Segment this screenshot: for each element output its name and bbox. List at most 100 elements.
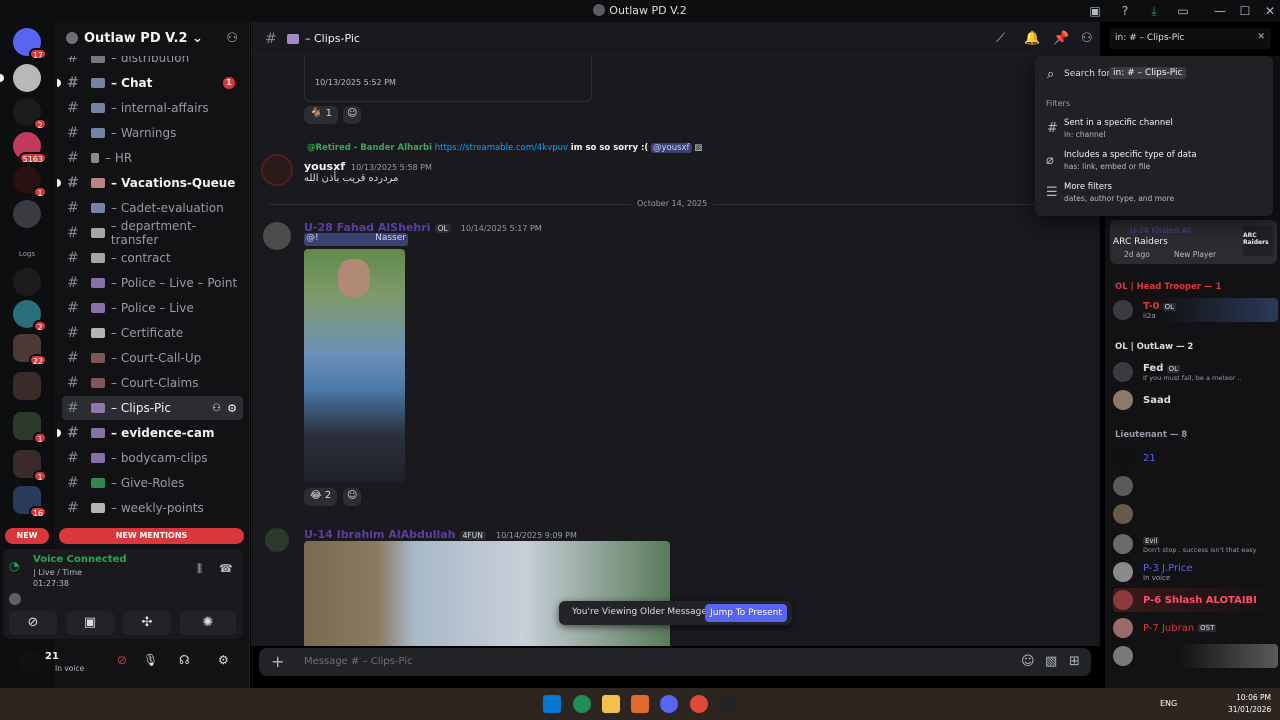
channel-item[interactable]: # – Court-Claims [62,371,243,395]
chrome-icon[interactable] [690,695,708,713]
jump-to-present-button[interactable]: Jump To Present [705,604,787,622]
avatar[interactable] [265,528,289,552]
discord-icon[interactable] [660,695,678,713]
channel-item[interactable]: # – department-transfer [62,219,243,247]
server-header[interactable]: Outlaw PD V.2 ⌄ ⚇ [54,22,250,56]
channel-item[interactable]: # – Police – Live [62,296,243,320]
add-attachment-icon[interactable]: + [271,652,284,671]
channel-item[interactable]: # – Chat 1 [57,71,243,95]
server-icon[interactable]: 1 [13,166,47,198]
threads-icon[interactable]: ⟋ [996,31,1005,46]
microphone-icon[interactable]: 🎙 [143,653,158,667]
download-icon[interactable]: ⤓ [1146,3,1162,19]
server-icon[interactable] [13,200,41,228]
channel-item[interactable]: # – weekly-points [62,496,243,520]
activities-icon[interactable]: ✣ [123,611,171,635]
filter-option[interactable]: ⌀ Includes a specific type of data has: … [1035,147,1273,173]
home-button[interactable]: 17 [13,28,47,60]
monitor-icon[interactable]: ▭ [1175,3,1191,19]
file-explorer-icon[interactable] [602,695,620,713]
channel-item[interactable]: # – Vacations-Queue [57,171,243,195]
attachment-image[interactable] [304,541,670,646]
channel-item[interactable]: # – evidence-cam [57,421,243,445]
app-icon[interactable] [631,695,649,713]
maximize-button[interactable]: ☐ [1237,3,1253,19]
close-button[interactable]: ✕ [1262,3,1278,19]
attachment-image[interactable] [304,249,405,482]
server-icon[interactable] [0,64,41,92]
avatar[interactable] [263,222,291,250]
channel-item[interactable]: # – Cadet-evaluation [62,196,243,220]
server-folder[interactable]: 1 [13,450,47,482]
notification-bell-icon[interactable]: 🔔 [1024,31,1040,46]
avatar[interactable] [261,154,293,186]
pin-icon[interactable]: 📌 [1053,31,1069,46]
channel-item[interactable]: # – Certificate [62,321,243,345]
language-indicator[interactable]: ENG [1160,699,1177,708]
gift-icon[interactable]: ⊞ [1069,654,1080,669]
member-item[interactable]: P-7 Jubran OST [1113,616,1278,640]
voice-channel[interactable]: | Live / Time [33,568,82,577]
new-unreads-pill[interactable]: NEW [5,528,49,544]
filter-option[interactable]: ☰ More filters dates, author type, and m… [1035,179,1273,205]
member-item[interactable]: Evil Don't stop , success isn't that easy [1113,532,1278,556]
help-icon[interactable]: ? [1117,3,1133,19]
channel-item[interactable]: # – Give-Roles [62,471,243,495]
member-item[interactable]: P-3 J.Price In voice [1113,560,1278,584]
windows-start-icon[interactable] [543,695,561,713]
settings-icon[interactable]: ⚙ [227,402,237,415]
channel-item[interactable]: # – HR [62,146,243,170]
noise-suppression-icon[interactable]: ⫼ [197,562,202,576]
message-input[interactable]: Message # – Clips-Pic [304,656,413,667]
clock-time[interactable]: 10:06 PM [1236,693,1271,702]
reply-preview[interactable]: @Retired - Bander Alharbi https://stream… [307,143,702,153]
member-item[interactable]: T-0 OL ii2a [1113,298,1278,322]
channel-item[interactable]: # – internal-affairs [62,96,243,120]
server-icon[interactable]: 2 [13,98,47,130]
clear-search-icon[interactable]: ✕ [1257,32,1265,42]
invite-icon[interactable]: ⚇ [212,403,221,414]
camera-off-icon[interactable]: ⊘ [9,611,57,635]
channel-item[interactable]: # – Warnings [62,121,243,145]
channel-item-active[interactable]: # – Clips-Pic ⚇ ⚙ [62,396,243,420]
server-icon[interactable]: 5163 [13,132,47,164]
server-folder[interactable] [13,372,41,400]
reaction[interactable]: 😂 2 [304,488,338,506]
search-input[interactable]: in: # – Clips-Pic ✕ [1109,28,1271,49]
emoji-icon[interactable]: ☺ [1021,654,1035,669]
channel-item[interactable]: # – bodycam-clips [62,446,243,470]
server-icon[interactable] [13,268,41,296]
member-item[interactable]: Saad [1113,388,1278,412]
member-item[interactable]: Fed OL If you must fall, be a meteor .. [1113,360,1278,384]
gif-icon[interactable]: ▧ [1045,654,1057,669]
channel-item[interactable]: # – Court-Call-Up [62,346,243,370]
server-folder[interactable]: 1 [13,412,47,444]
server-folder[interactable]: 22 [13,334,47,366]
filter-option[interactable]: # Sent in a specific channel in: channel [1035,115,1273,141]
message-composer[interactable]: + Message # – Clips-Pic ☺ ▧ ⊞ [259,648,1091,676]
user-settings-icon[interactable]: ⚙ [218,653,229,667]
channel-item[interactable]: # – contract [62,246,243,270]
member-list-icon[interactable]: ⚇ [1081,31,1093,46]
member-item[interactable] [1113,644,1278,668]
mention[interactable]: @! Nasser [304,233,408,246]
voice-status[interactable]: Voice Connected [33,554,127,565]
signal-icon[interactable]: ◔ [9,559,27,577]
member-item[interactable]: 21 [1113,446,1278,470]
new-mentions-bar[interactable]: NEW MENTIONS [59,528,244,544]
camera-off-icon[interactable]: ⊘ [117,653,127,667]
edge-icon[interactable] [573,695,591,713]
channel-item[interactable]: # – distribution [62,56,243,70]
add-reaction-button[interactable]: ☺ [343,106,362,124]
minimize-button[interactable]: — [1212,3,1228,19]
activity-card[interactable]: U-24 Khaled Ali ARC Raiders 2d ago New P… [1110,220,1277,264]
server-icon[interactable]: 2 [13,300,47,332]
avatar[interactable] [19,651,41,673]
channel-item[interactable]: # – Police – Live – Point [62,271,243,295]
inbox-icon[interactable]: ▣ [1087,3,1103,19]
app-icon[interactable] [719,695,737,713]
search-query-token[interactable]: in: # – Clips-Pic [1109,67,1187,79]
screen-share-icon[interactable]: ▣ [66,611,114,635]
server-folder[interactable]: 16 [13,486,47,518]
clock-date[interactable]: 31/01/2026 [1228,705,1271,714]
